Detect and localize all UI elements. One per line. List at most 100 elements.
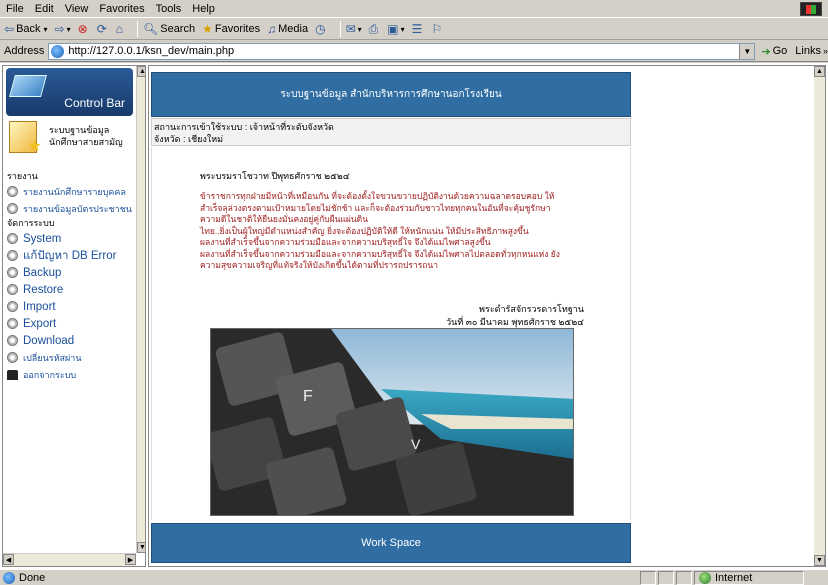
- scroll-down-icon[interactable]: ▼: [814, 555, 825, 566]
- cd-icon: [7, 250, 18, 261]
- control-bar-header: Control Bar: [6, 68, 133, 116]
- menu-item-export[interactable]: Export: [7, 315, 137, 332]
- cd-icon: [7, 335, 18, 346]
- speech-line: สำเร็จลุล่วงตรงตามเป้าหมายโดยไม่ชักช้า แ…: [200, 202, 551, 213]
- right-frame: ระบบฐานข้อมูล สำนักบริหารการศึกษานอกโรงเ…: [148, 65, 826, 567]
- royal-speech-title: พระบรมราโชวาท ปีพุทธศักราช ๒๕๒๔: [200, 171, 350, 181]
- home-button[interactable]: ⌂: [116, 22, 125, 36]
- mail-icon: ✉: [345, 22, 356, 36]
- speech-line: ผลงานที่สำเร็จขึ้นจากความร่วมมือและจากคว…: [200, 248, 560, 259]
- ie-page-icon: [51, 44, 65, 58]
- royal-speech-text: ข้าราชการทุกฝ่ายมีหน้าที่เหมือนกัน ที่จะ…: [200, 191, 600, 272]
- menu-item-report-idcard[interactable]: รายงานข้อมูลบัตรประชาชน: [7, 200, 137, 217]
- left-horizontal-scrollbar[interactable]: ◀ ▶: [3, 553, 136, 566]
- links-button[interactable]: Links: [795, 45, 821, 57]
- menu-item-restore[interactable]: Restore: [7, 281, 137, 298]
- search-icon: 🔍︎: [143, 22, 159, 36]
- status-done: Done: [0, 571, 640, 584]
- edit-button[interactable]: ▣ ▾: [387, 22, 404, 36]
- favorites-button[interactable]: ★ Favorites: [202, 22, 260, 36]
- refresh-button[interactable]: ⟳: [97, 22, 109, 36]
- menu-item-label: Download: [23, 334, 75, 347]
- print-button[interactable]: ⎙: [369, 22, 381, 37]
- speech-line: ผลงานที่สำเร็จขึ้นจากความร่วมมือและจากคว…: [200, 237, 491, 247]
- chevron-down-icon: ▾: [400, 24, 405, 34]
- chevron-down-icon[interactable]: ▼: [739, 43, 755, 59]
- menu-item-label: แก้ปัญหา DB Error: [23, 249, 117, 262]
- edit-icon: ▣: [387, 22, 399, 36]
- chevron-down-icon: ▾: [357, 24, 362, 34]
- chevron-down-icon[interactable]: ▾: [44, 25, 48, 34]
- menu-item-download[interactable]: Download: [7, 332, 137, 349]
- menu-view[interactable]: View: [65, 3, 89, 15]
- status-cell: [676, 570, 692, 585]
- mail-button[interactable]: ✉ ▾: [346, 22, 362, 36]
- database-icon: ★: [9, 121, 42, 155]
- menu-file[interactable]: File: [6, 3, 24, 15]
- menu-item-report-individual[interactable]: รายงานนักศึกษารายบุคคล: [7, 183, 137, 200]
- address-url: http://127.0.0.1/ksn_dev/main.php: [68, 45, 235, 57]
- menu-item-system[interactable]: System: [7, 230, 137, 247]
- forward-arrow-icon: ⇨: [54, 22, 65, 36]
- speech-line: ข้าราชการทุกฝ่ายมีหน้าที่เหมือนกัน ที่จะ…: [200, 191, 555, 201]
- messenger-button[interactable]: ⚐: [431, 22, 444, 36]
- workspace-banner: Work Space: [151, 523, 631, 563]
- toolbar: ⇦ Back ▾ ⇨ ▾ ⊗ ⟳ ⌂ 🔍︎ Search ★ Favorites…: [0, 19, 828, 40]
- discuss-button[interactable]: ☰: [412, 22, 425, 36]
- scroll-right-icon[interactable]: ▶: [125, 554, 136, 565]
- zone-label: Internet: [715, 571, 753, 584]
- right-vertical-scrollbar[interactable]: ▲ ▼: [814, 66, 825, 566]
- scroll-up-icon[interactable]: ▲: [814, 66, 825, 77]
- menu-item-label: Import: [23, 300, 56, 313]
- stop-icon: ⊗: [77, 22, 88, 36]
- menu-item-import[interactable]: Import: [7, 298, 137, 315]
- history-button[interactable]: ◷: [315, 22, 327, 36]
- cd-icon: [7, 233, 18, 244]
- menu-item-change-password[interactable]: เปลี่ยนรหัสผ่าน: [7, 349, 137, 366]
- search-button[interactable]: 🔍︎ Search: [143, 22, 195, 36]
- menu-item-backup[interactable]: Backup: [7, 264, 137, 281]
- scroll-down-icon[interactable]: ▼: [137, 542, 145, 553]
- menu-item-label: รายงานนักศึกษารายบุคคล: [23, 186, 126, 197]
- menu-edit[interactable]: Edit: [35, 3, 54, 15]
- back-label: Back: [16, 23, 41, 35]
- address-input[interactable]: http://127.0.0.1/ksn_dev/main.php ▼: [48, 42, 756, 60]
- go-button[interactable]: ➔ Go: [761, 45, 787, 58]
- menu-item-label: System: [23, 232, 62, 245]
- cd-icon: [7, 284, 18, 295]
- address-bar: Address http://127.0.0.1/ksn_dev/main.ph…: [0, 41, 828, 62]
- status-cell: [658, 570, 674, 585]
- scroll-left-icon[interactable]: ◀: [3, 554, 14, 565]
- status-bar: Done Internet: [0, 569, 828, 585]
- database-label: ระบบฐานข้อมูล นักศึกษาสายสามัญ: [49, 124, 134, 148]
- stop-button[interactable]: ⊗: [78, 22, 90, 36]
- menu-item-label: Restore: [23, 283, 64, 296]
- menu-item-logout[interactable]: ออกจากระบบ: [7, 366, 137, 383]
- chevron-down-icon[interactable]: ▾: [67, 25, 71, 34]
- back-arrow-icon: ⇦: [4, 22, 15, 36]
- menu-help[interactable]: Help: [192, 3, 215, 15]
- favorites-label: Favorites: [214, 23, 261, 35]
- go-arrow-icon: ➔: [761, 45, 771, 58]
- media-icon: ♫: [267, 22, 277, 36]
- cd-icon: [7, 318, 18, 329]
- refresh-icon: ⟳: [96, 22, 107, 36]
- menu-favorites[interactable]: Favorites: [99, 3, 144, 15]
- login-status: สถานะการเข้าใช้ระบบ : เจ้าหน้าที่ระดับจั…: [154, 122, 334, 132]
- cd-icon: [7, 352, 18, 363]
- logout-icon: [7, 369, 18, 380]
- media-button[interactable]: ♫ Media: [267, 22, 308, 36]
- forward-button[interactable]: ⇨ ▾: [55, 22, 71, 36]
- back-button[interactable]: ⇦ Back ▾: [4, 22, 48, 36]
- report-header: รายงาน: [7, 171, 38, 181]
- side-menu: รายงาน รายงานนักศึกษารายบุคคล รายงานข้อม…: [7, 170, 137, 383]
- cd-icon: [7, 203, 18, 214]
- favorites-star-icon: ★: [202, 22, 213, 36]
- scroll-up-icon[interactable]: ▲: [137, 66, 145, 77]
- chevron-right-icon[interactable]: »: [823, 46, 828, 56]
- home-icon: ⌂: [115, 22, 123, 36]
- control-bar-title: Control Bar: [64, 96, 125, 110]
- menu-tools[interactable]: Tools: [156, 3, 182, 15]
- left-vertical-scrollbar[interactable]: ▲ ▼: [136, 66, 145, 553]
- menu-item-db-error[interactable]: แก้ปัญหา DB Error: [7, 247, 137, 264]
